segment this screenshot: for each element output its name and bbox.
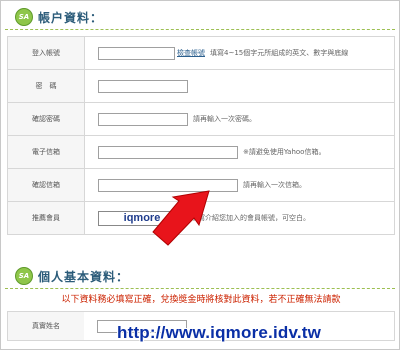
watermark-url: http://www.iqmore.idv.tw bbox=[117, 323, 322, 342]
real-name-label: 真實姓名 bbox=[8, 312, 84, 340]
password-input[interactable] bbox=[98, 79, 188, 93]
table-row: 確認密碼 請再輸入一次密碼。 bbox=[7, 102, 395, 136]
email-input[interactable] bbox=[98, 145, 238, 159]
registration-form-frame: SA 帳户資料： 登入帳號 檢查帳號 填寫4~15個字元所組成的英文、數字與底線… bbox=[0, 0, 400, 350]
username-input[interactable] bbox=[98, 46, 175, 60]
email-label: 電子信箱 bbox=[7, 135, 85, 169]
table-row: 電子信箱 ※請避免使用Yahoo信箱。 bbox=[7, 135, 395, 169]
confirm-password-input[interactable] bbox=[98, 112, 188, 126]
section-divider bbox=[5, 29, 395, 30]
personal-section-title: 個人基本資料： bbox=[38, 269, 130, 284]
account-section-title: 帳户資料： bbox=[38, 10, 104, 25]
confirm-password-label: 確認密碼 bbox=[7, 102, 85, 136]
password-label: 密 碼 bbox=[7, 69, 85, 103]
username-hint: 填寫4~15個字元所組成的英文、數字與底線 bbox=[210, 49, 349, 57]
section-divider bbox=[5, 288, 395, 289]
red-arrow-icon bbox=[152, 190, 210, 246]
confirm-password-hint: 請再輸入一次密碼。 bbox=[193, 115, 256, 123]
table-row: 登入帳號 檢查帳號 填寫4~15個字元所組成的英文、數字與底線 bbox=[7, 36, 395, 70]
confirm-email-hint: 請再輸入一次信箱。 bbox=[243, 181, 306, 189]
sa-logo-icon: SA bbox=[15, 8, 33, 26]
confirm-email-label: 確認信箱 bbox=[7, 168, 85, 202]
email-hint: ※請避免使用Yahoo信箱。 bbox=[243, 148, 326, 156]
sa-logo-icon: SA bbox=[15, 267, 33, 285]
check-username-button[interactable]: 檢查帳號 bbox=[177, 48, 205, 58]
referrer-label: 推薦會員 bbox=[7, 201, 85, 235]
account-section-header: SA 帳户資料： bbox=[3, 6, 397, 28]
notice-text: 以下資料務必填寫正確，兌換獎金時將核對此資料，若不正確無法請款 bbox=[61, 295, 341, 305]
username-label: 登入帳號 bbox=[7, 36, 85, 70]
personal-section-header: SA 個人基本資料： bbox=[3, 265, 397, 287]
table-row: 密 碼 bbox=[7, 69, 395, 103]
